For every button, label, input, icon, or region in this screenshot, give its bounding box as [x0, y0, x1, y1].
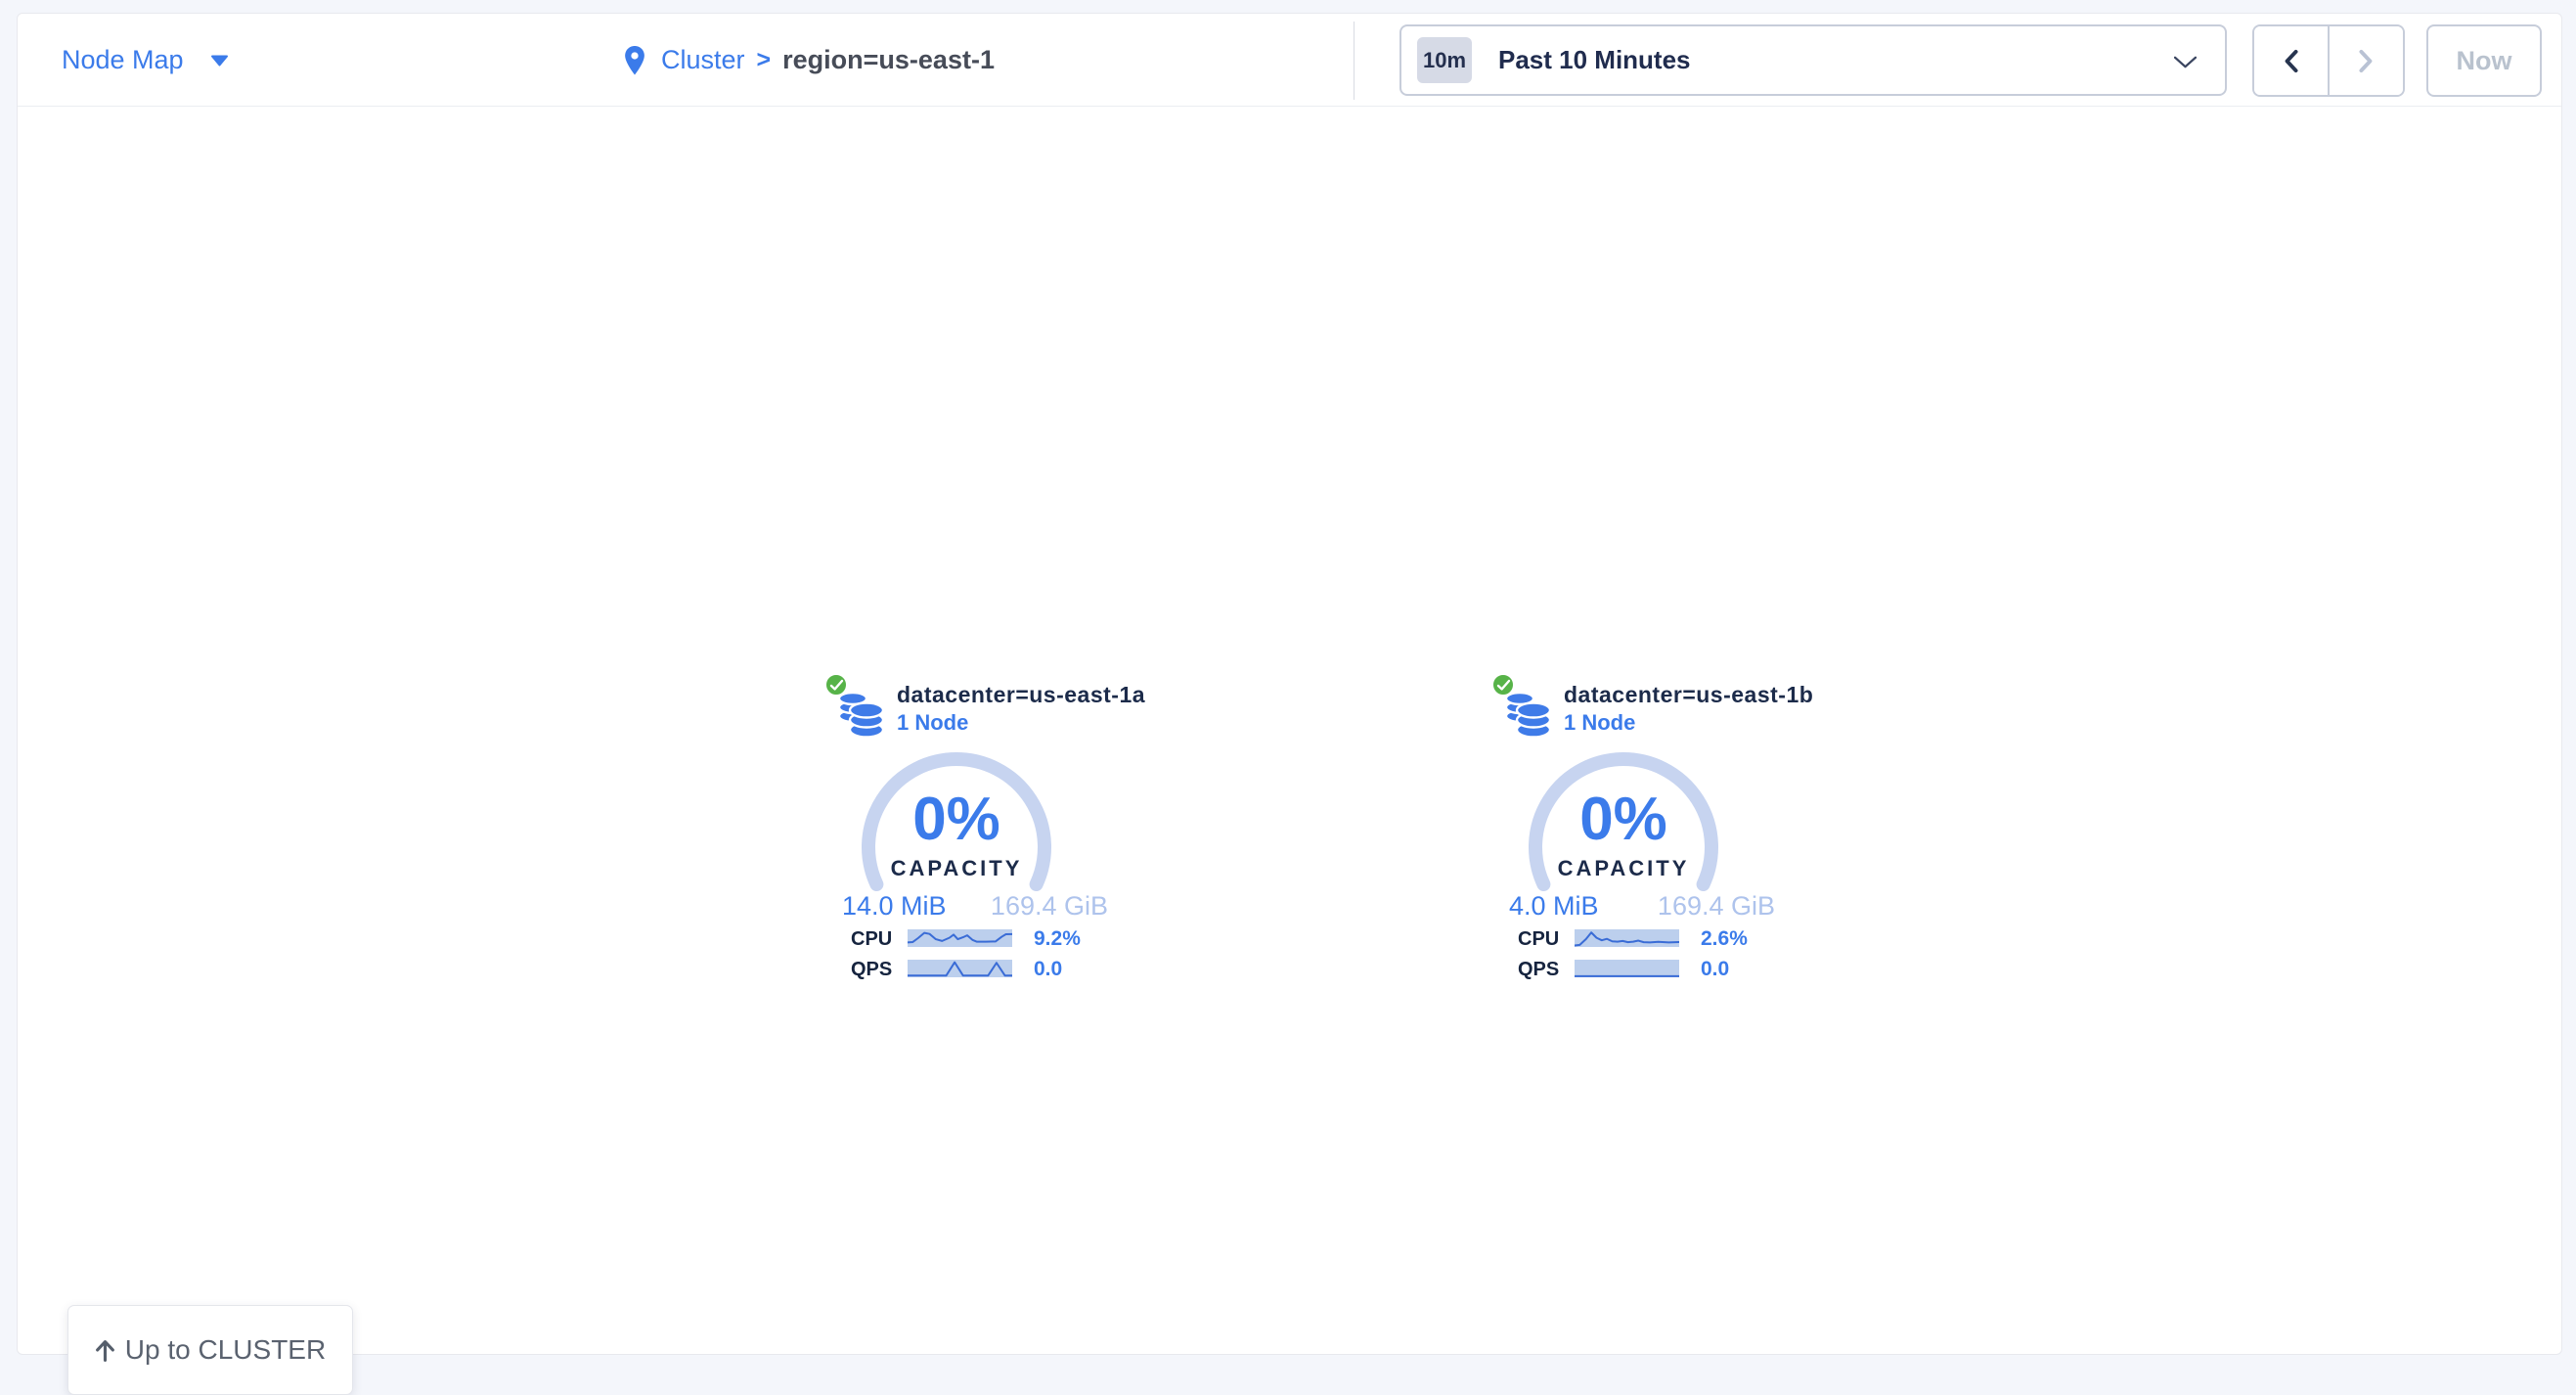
qps-sparkline-chart	[908, 960, 1012, 977]
locality-node-count[interactable]: 1 Node	[897, 710, 968, 736]
qps-sparkline-chart	[1575, 960, 1679, 977]
metric-value: 9.2%	[1034, 928, 1081, 949]
capacity-percentage: 0%	[854, 789, 1059, 850]
database-stack-icon	[1503, 689, 1552, 740]
node-map-canvas: datacenter=us-east-1a 1 Node 0% CAPACITY…	[18, 107, 2561, 1355]
breadcrumb-separator: >	[757, 46, 772, 74]
metric-value: 0.0	[1701, 959, 1729, 979]
capacity-used-value: 4.0 MiB	[1509, 891, 1599, 922]
up-to-cluster-label: Up to CLUSTER	[125, 1334, 326, 1366]
toolbar: Node Map Cluster > region=us-east-1 10m …	[18, 14, 2561, 107]
time-range-badge: 10m	[1417, 37, 1472, 83]
chevron-down-icon	[210, 55, 229, 67]
capacity-total-value: 169.4 GiB	[952, 891, 1108, 922]
qps-metric-row: QPS 0.0	[822, 959, 1145, 978]
breadcrumb-current: region=us-east-1	[782, 45, 995, 75]
time-next-button[interactable]	[2330, 26, 2403, 95]
view-mode-dropdown[interactable]: Node Map	[62, 14, 229, 107]
metric-value: 0.0	[1034, 959, 1062, 979]
metric-label: QPS	[1518, 960, 1559, 979]
time-nav-group	[2252, 24, 2405, 97]
up-to-cluster-button[interactable]: Up to CLUSTER	[67, 1305, 353, 1395]
status-ok-icon	[824, 673, 848, 697]
time-range-label: Past 10 Minutes	[1498, 45, 1691, 75]
database-stack-icon	[836, 689, 885, 740]
view-mode-label: Node Map	[62, 45, 184, 75]
locality-card-us-east-1b[interactable]: datacenter=us-east-1b 1 Node 0% CAPACITY…	[1489, 666, 1812, 989]
time-prev-button[interactable]	[2254, 26, 2330, 95]
time-range-dropdown[interactable]: 10m Past 10 Minutes	[1399, 24, 2227, 96]
locality-title[interactable]: datacenter=us-east-1a	[897, 682, 1145, 708]
chevron-left-icon	[2283, 49, 2299, 73]
toolbar-divider	[1354, 22, 1355, 100]
capacity-label: CAPACITY	[854, 856, 1059, 881]
metric-label: QPS	[851, 960, 892, 979]
status-ok-icon	[1491, 673, 1515, 697]
location-pin-icon	[624, 46, 645, 75]
cpu-sparkline-chart	[1575, 929, 1679, 947]
capacity-percentage: 0%	[1521, 789, 1726, 850]
breadcrumb-cluster-link[interactable]: Cluster	[661, 45, 745, 75]
chevron-right-icon	[2358, 49, 2375, 73]
cpu-sparkline-chart	[908, 929, 1012, 947]
capacity-used-value: 14.0 MiB	[842, 891, 947, 922]
locality-card-us-east-1a[interactable]: datacenter=us-east-1a 1 Node 0% CAPACITY…	[822, 666, 1145, 989]
locality-title[interactable]: datacenter=us-east-1b	[1564, 682, 1813, 708]
metric-value: 2.6%	[1701, 928, 1748, 949]
chevron-down-icon	[2174, 56, 2197, 68]
metric-label: CPU	[851, 929, 892, 949]
metric-label: CPU	[1518, 929, 1559, 949]
arrow-up-icon	[95, 1339, 115, 1362]
locality-node-count[interactable]: 1 Node	[1564, 710, 1635, 736]
cpu-metric-row: CPU 2.6%	[1489, 928, 1812, 948]
breadcrumb: Cluster > region=us-east-1	[624, 14, 995, 107]
now-button[interactable]: Now	[2426, 24, 2542, 97]
main-panel: Node Map Cluster > region=us-east-1 10m …	[17, 13, 2562, 1355]
cpu-metric-row: CPU 9.2%	[822, 928, 1145, 948]
capacity-label: CAPACITY	[1521, 856, 1726, 881]
capacity-total-value: 169.4 GiB	[1619, 891, 1775, 922]
qps-metric-row: QPS 0.0	[1489, 959, 1812, 978]
